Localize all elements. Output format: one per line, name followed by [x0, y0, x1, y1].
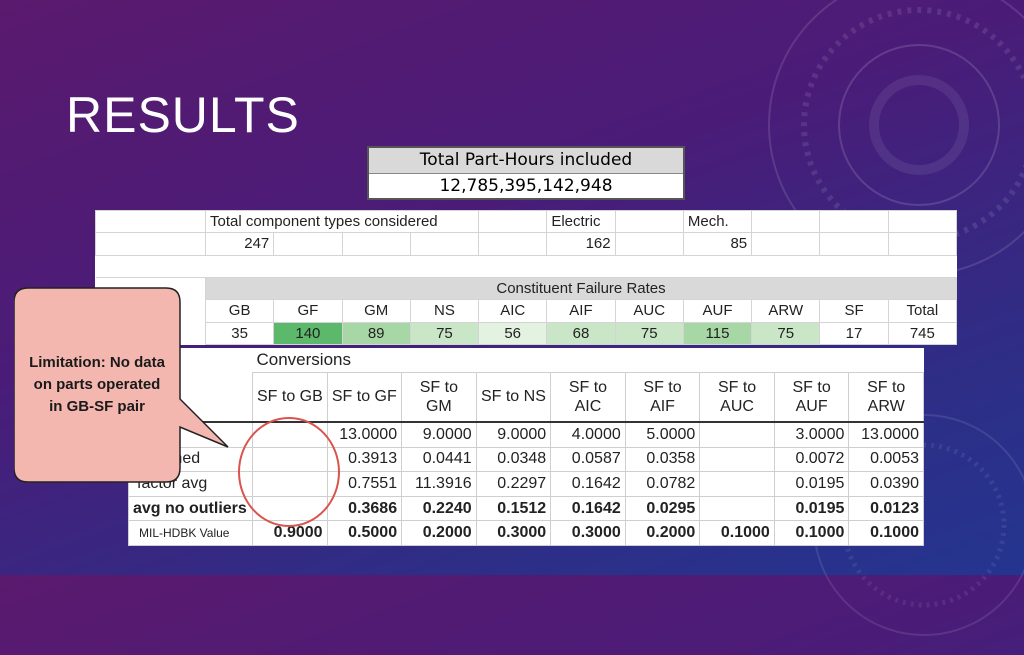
rate-value: 115: [682, 321, 753, 346]
types-value: 247: [204, 232, 275, 256]
cell: 0.0441: [401, 446, 477, 473]
slide-title: RESULTS: [66, 87, 300, 143]
rates-title: Constituent Failure Rates: [205, 276, 957, 301]
conv-col-header: SF to NS: [475, 371, 552, 423]
col-header: AIF: [546, 299, 616, 323]
cell: 0.3686: [326, 495, 403, 522]
rate-value: 56: [478, 321, 548, 346]
col-header: NS: [409, 299, 480, 323]
rate-value: 140: [273, 321, 343, 346]
electric-value: 162: [546, 232, 616, 256]
rate-value: 745: [887, 321, 958, 346]
cell: 0.1000: [773, 520, 850, 546]
part-hours-header: Total Part-Hours included: [369, 148, 683, 174]
rate-value: 68: [546, 321, 616, 346]
cell: 0.0195: [773, 495, 850, 522]
conv-col-header: SF to ARW: [848, 371, 924, 423]
cell: 0.0348: [475, 446, 552, 473]
cell: 0.0072: [773, 446, 850, 473]
col-header: AIC: [478, 299, 548, 323]
cell: 0.0295: [624, 495, 701, 522]
cell: 0.0195: [773, 471, 850, 497]
cell: 5.0000: [624, 420, 701, 448]
mech-label: Mech.: [682, 209, 753, 234]
cell: 0.1000: [699, 520, 775, 546]
rate-value: 89: [341, 321, 411, 346]
highlight-circle: [238, 417, 340, 527]
col-header: ARW: [751, 299, 821, 323]
col-header: GM: [341, 299, 411, 323]
cell: 0.0390: [848, 471, 924, 497]
row-label: MIL-HDBK Value: [128, 520, 253, 546]
electric-label: Electric: [546, 209, 616, 234]
rate-value: 75: [614, 321, 684, 346]
cell: 0.1512: [475, 495, 552, 522]
conv-col-header: SF to GM: [401, 371, 477, 423]
cell: [699, 495, 775, 522]
conversions-title: Conversions: [256, 349, 352, 369]
rate-value: 75: [409, 321, 480, 346]
callout-text: Limitation: No data on parts operated in…: [29, 354, 165, 415]
cell: 4.0000: [550, 420, 626, 448]
cell: 0.5000: [326, 520, 403, 546]
types-label: Total component types considered: [204, 209, 480, 234]
cell: 0.1642: [550, 471, 626, 497]
cell: 0.2240: [401, 495, 477, 522]
rate-value: 17: [819, 321, 889, 346]
conv-col-header: SF to AUF: [773, 371, 850, 423]
cell: [699, 420, 775, 448]
cell: 3.0000: [773, 420, 850, 448]
part-hours-box: Total Part-Hours included 12,785,395,142…: [367, 146, 685, 200]
cell: 0.0782: [624, 471, 701, 497]
conv-col-header: SF to AIC: [550, 371, 626, 423]
cell: 0.0123: [848, 495, 924, 522]
cell: 0.2297: [475, 471, 552, 497]
cell: 9.0000: [401, 420, 477, 448]
conv-col-header: SF to GF: [326, 371, 403, 423]
cell: 0.0053: [848, 446, 924, 473]
cell: 0.1642: [550, 495, 626, 522]
cell: 0.2000: [624, 520, 701, 546]
col-header: AUF: [682, 299, 753, 323]
row-label: avg no outliers: [128, 495, 253, 522]
cell: 13.0000: [326, 420, 403, 448]
cell: 13.0000: [848, 420, 924, 448]
conv-col-header: SF to GB: [252, 371, 328, 423]
part-hours-value: 12,785,395,142,948: [439, 176, 613, 196]
cell: [699, 471, 775, 497]
col-header: GF: [273, 299, 343, 323]
mech-value: 85: [682, 232, 753, 256]
conv-row-4: MIL-HDBK Value 0.9000 0.5000 0.2000 0.30…: [128, 520, 924, 546]
conv-col-header: SF to AIF: [624, 371, 701, 423]
col-header: Total: [887, 299, 958, 323]
cell: 11.3916: [401, 471, 477, 497]
col-header: AUC: [614, 299, 684, 323]
conversions-header-row: SF to GB SF to GF SF to GM SF to NS SF to…: [129, 371, 924, 423]
cell: 0.0587: [550, 446, 626, 473]
rate-value: 75: [751, 321, 821, 346]
types-value-row: 247 162 85: [95, 232, 958, 256]
col-header: SF: [819, 299, 889, 323]
blank-row: [95, 254, 957, 278]
conversions-title-row: Conversions: [129, 348, 924, 372]
cell: 0.3000: [550, 520, 626, 546]
types-header-row: Total component types considered Electri…: [95, 209, 958, 234]
cell: [699, 446, 775, 473]
cell: 0.0358: [624, 446, 701, 473]
cell: 0.1000: [848, 520, 924, 546]
conv-col-header: SF to AUC: [699, 371, 775, 423]
cell: 9.0000: [475, 420, 552, 448]
cell: 0.3000: [475, 520, 552, 546]
cell: 0.2000: [401, 520, 477, 546]
